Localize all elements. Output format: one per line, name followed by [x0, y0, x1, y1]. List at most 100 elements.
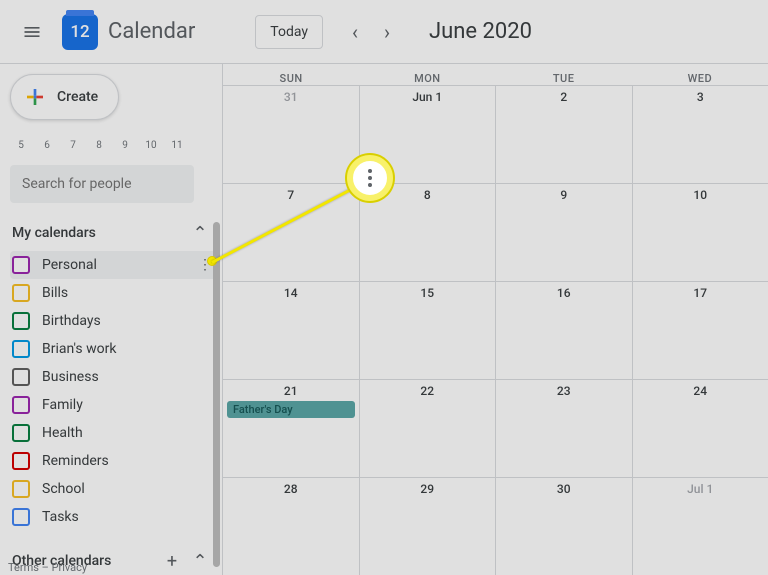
day-cell[interactable]: 9 — [496, 184, 633, 281]
search-people-input[interactable] — [10, 165, 194, 203]
day-cell[interactable]: 15 — [360, 282, 497, 379]
today-button[interactable]: Today — [255, 15, 323, 49]
week-row: 282930Jul 1 — [223, 477, 768, 575]
mini-day-cell[interactable]: 5 — [12, 140, 30, 151]
calendar-checkbox[interactable] — [12, 256, 30, 274]
footer-links[interactable]: Terms – Privacy — [8, 561, 87, 574]
date-number: 23 — [496, 384, 632, 398]
mini-day-cell[interactable]: 8 — [90, 140, 108, 151]
my-calendars-list: Personal⋮Bills⋮Birthdays⋮Brian's work⋮Bu… — [10, 251, 218, 531]
calendar-logo: 12 — [62, 14, 98, 50]
calendar-label: Brian's work — [42, 341, 116, 357]
day-cell[interactable]: Jul 1 — [633, 478, 768, 575]
calendar-item[interactable]: Birthdays⋮ — [10, 307, 218, 335]
calendar-checkbox[interactable] — [12, 424, 30, 442]
calendar-label: Bills — [42, 285, 68, 301]
date-number: 24 — [633, 384, 768, 398]
sidebar-scrollbar[interactable] — [213, 222, 220, 567]
calendar-label: School — [42, 481, 85, 497]
app-title: Calendar — [108, 19, 195, 44]
day-cell[interactable]: 23 — [496, 380, 633, 477]
day-cell[interactable]: 22 — [360, 380, 497, 477]
date-number: 10 — [633, 188, 768, 202]
week-row: 31Jun 123 — [223, 85, 768, 183]
week-row: 78910 — [223, 183, 768, 281]
calendar-checkbox[interactable] — [12, 312, 30, 330]
day-cell[interactable]: 16 — [496, 282, 633, 379]
day-cell[interactable]: 30 — [496, 478, 633, 575]
calendar-item[interactable]: Tasks⋮ — [10, 503, 218, 531]
weeks: 31Jun 123789101415161721Father's Day2223… — [223, 85, 768, 575]
calendar-item[interactable]: Family⋮ — [10, 391, 218, 419]
calendar-checkbox[interactable] — [12, 284, 30, 302]
day-cell[interactable]: 17 — [633, 282, 768, 379]
calendar-label: Family — [42, 397, 83, 413]
hamburger-menu[interactable] — [8, 8, 56, 56]
main: Create 567891011 My calendars ⌃ Personal… — [0, 64, 768, 575]
calendar-grid: SUNMONTUEWED 31Jun 123789101415161721Fat… — [222, 64, 768, 575]
more-options-icon — [368, 169, 372, 187]
add-calendar-button[interactable]: + — [160, 549, 184, 573]
calendar-label: Birthdays — [42, 313, 101, 329]
calendar-item[interactable]: Personal⋮ — [10, 251, 218, 279]
sidebar: Create 56789 10 11 My calendars ⌃ Personal… — [0, 64, 222, 575]
calendar-item[interactable]: School⋮ — [10, 475, 218, 503]
calendar-label: Tasks — [42, 509, 79, 525]
mini-day-cell[interactable]: 10 — [142, 140, 160, 151]
day-cell[interactable]: 3 — [633, 86, 768, 183]
mini-day-cell[interactable]: 11 — [168, 140, 186, 151]
date-number: 2 — [496, 90, 632, 104]
day-cell[interactable]: 31 — [223, 86, 360, 183]
calendar-label: Health — [42, 425, 83, 441]
day-cell[interactable]: 7 — [223, 184, 360, 281]
calendar-item[interactable]: Business⋮ — [10, 363, 218, 391]
day-header: SUN — [223, 64, 359, 85]
day-cell[interactable]: 21 Father's Day — [223, 380, 360, 477]
date-number: 17 — [633, 286, 768, 300]
date-number: Jun 1 — [360, 90, 496, 104]
event-chip[interactable]: Father's Day — [227, 401, 355, 418]
calendar-checkbox[interactable] — [12, 480, 30, 498]
date-number: 21 — [223, 384, 359, 398]
day-headers: SUNMONTUEWED — [223, 64, 768, 85]
day-header: TUE — [496, 64, 632, 85]
calendar-checkbox[interactable] — [12, 508, 30, 526]
calendar-checkbox[interactable] — [12, 396, 30, 414]
calendar-label: Personal — [42, 257, 97, 273]
calendar-item[interactable]: Bills⋮ — [10, 279, 218, 307]
calendar-item[interactable]: Reminders⋮ — [10, 447, 218, 475]
calendar-checkbox[interactable] — [12, 452, 30, 470]
date-number: 29 — [360, 482, 496, 496]
current-month-label: June 2020 — [429, 19, 532, 44]
calendar-checkbox[interactable] — [12, 368, 30, 386]
calendar-label: Business — [42, 369, 99, 385]
day-cell[interactable]: 24 — [633, 380, 768, 477]
my-calendars-title: My calendars — [12, 225, 96, 241]
next-month-button[interactable]: › — [371, 16, 403, 48]
mini-day-cell[interactable]: 7 — [64, 140, 82, 151]
plus-icon — [23, 85, 47, 109]
calendar-label: Reminders — [42, 453, 109, 469]
chevron-up-icon[interactable]: ⌃ — [188, 549, 212, 573]
day-cell[interactable]: 2 — [496, 86, 633, 183]
date-number: 14 — [223, 286, 359, 300]
mini-day-cell[interactable]: 6 — [38, 140, 56, 151]
app-header: 12 Calendar Today ‹ › June 2020 — [0, 0, 768, 64]
prev-month-button[interactable]: ‹ — [339, 16, 371, 48]
chevron-up-icon[interactable]: ⌃ — [188, 221, 212, 245]
calendar-item[interactable]: Brian's work⋮ — [10, 335, 218, 363]
calendar-checkbox[interactable] — [12, 340, 30, 358]
date-number: 9 — [496, 188, 632, 202]
mini-calendar-row[interactable]: 56789 10 11 — [12, 140, 218, 151]
day-cell[interactable]: 10 — [633, 184, 768, 281]
week-row: 14151617 — [223, 281, 768, 379]
day-header: MON — [359, 64, 495, 85]
my-calendars-header[interactable]: My calendars ⌃ — [12, 221, 212, 245]
date-number: 15 — [360, 286, 496, 300]
create-button[interactable]: Create — [10, 74, 119, 120]
calendar-item[interactable]: Health⋮ — [10, 419, 218, 447]
day-cell[interactable]: 14 — [223, 282, 360, 379]
day-cell[interactable]: 28 — [223, 478, 360, 575]
day-cell[interactable]: 29 — [360, 478, 497, 575]
mini-day-cell[interactable]: 9 — [116, 140, 134, 151]
